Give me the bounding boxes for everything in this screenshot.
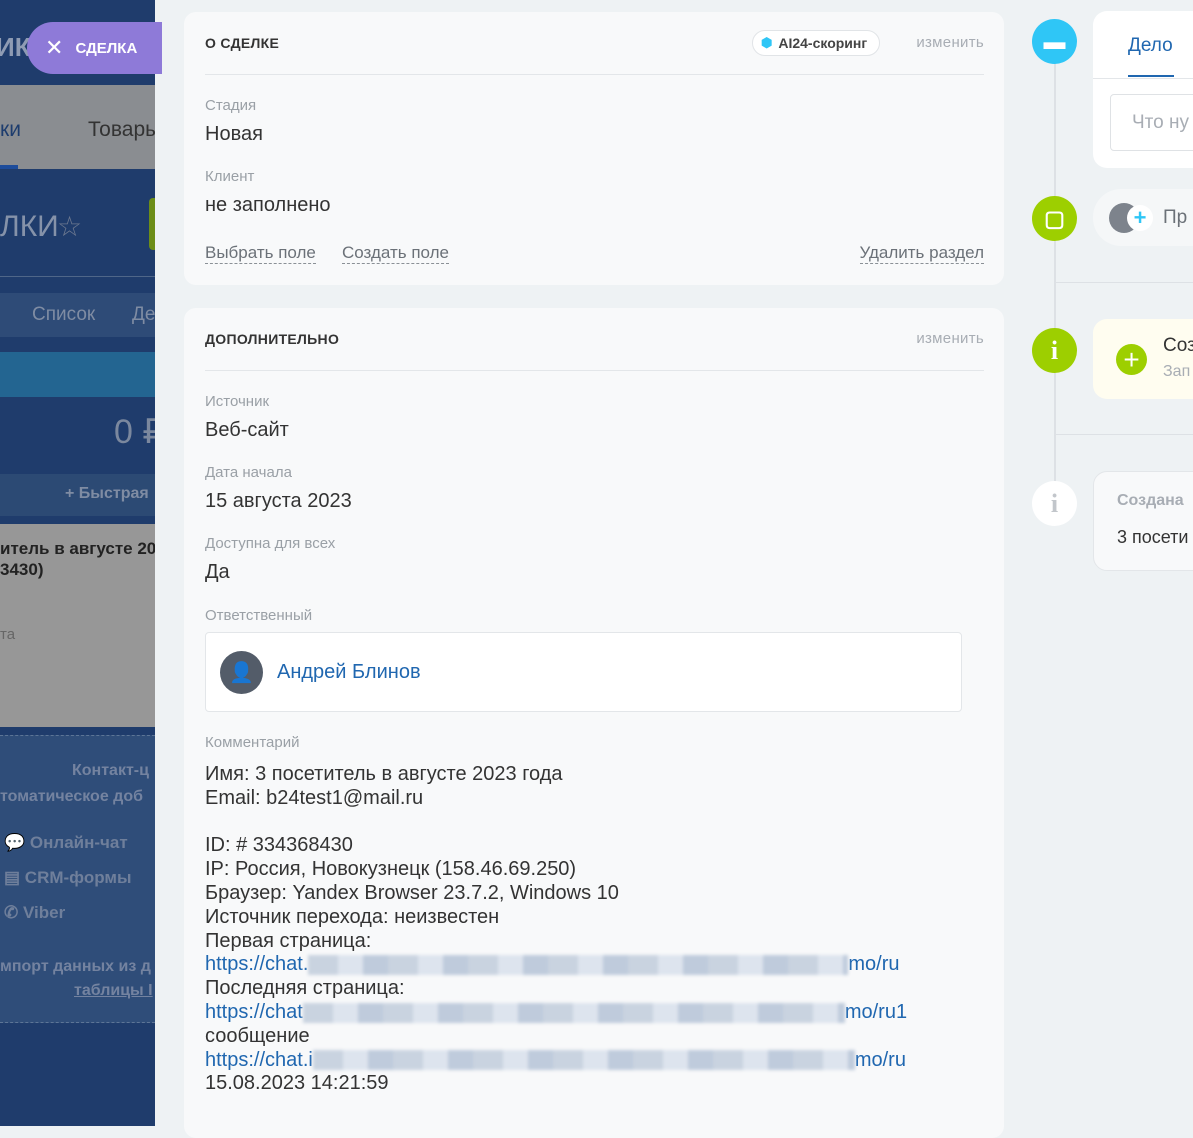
view-list[interactable]: Список bbox=[32, 304, 95, 326]
info-icon-inactive: i bbox=[1032, 481, 1077, 526]
source-value[interactable]: Веб-сайт bbox=[205, 419, 289, 442]
viber-icon: ✆ bbox=[4, 903, 19, 922]
source-label: Источник bbox=[205, 393, 270, 410]
channel-online-chat[interactable]: 💬 Онлайн-чат bbox=[4, 825, 131, 860]
extra-section: ДОПОЛНИТЕЛЬНО изменить Источник Веб-сайт… bbox=[184, 308, 1004, 1138]
import-text: мпорт данных из д bbox=[0, 958, 151, 975]
comment-text: Имя: 3 посетитель в августе 2023 года Ema… bbox=[205, 763, 908, 1095]
responsible-label: Ответственный bbox=[205, 607, 313, 624]
first-page-link[interactable]: https://chat. mo/ru bbox=[205, 953, 900, 975]
deal-sub: та bbox=[0, 626, 16, 643]
channel-crm-forms[interactable]: ▤ CRM-формы bbox=[4, 860, 131, 895]
create-sub: Зап bbox=[1163, 363, 1191, 380]
info-icon: i bbox=[1032, 328, 1077, 373]
ai-scoring-icon: ⬢ bbox=[761, 35, 773, 50]
section-title: ДОПОЛНИТЕЛЬНО bbox=[205, 331, 340, 347]
contact-center: Контакт-ц bbox=[72, 762, 149, 779]
created-event-card: Создана 3 посети bbox=[1093, 471, 1193, 571]
available-value[interactable]: Да bbox=[205, 561, 230, 584]
ai-scoring-button[interactable]: ⬢ AI24-скоринг bbox=[752, 30, 881, 56]
tab-deals[interactable]: ки bbox=[0, 118, 21, 142]
close-slider-button[interactable]: ✕ СДЕЛКА bbox=[27, 22, 162, 74]
created-title: Создана bbox=[1117, 492, 1184, 509]
view-other[interactable]: Де bbox=[132, 304, 155, 326]
comment-label: Комментарий bbox=[205, 734, 300, 751]
start-date-label: Дата начала bbox=[205, 464, 292, 481]
deal-title[interactable]: итель в августе 202 bbox=[0, 539, 155, 559]
close-tab-label: СДЕЛКА bbox=[75, 39, 138, 57]
create-title: Соз bbox=[1163, 335, 1193, 356]
input-placeholder: Что ну bbox=[1132, 112, 1189, 133]
stage-value[interactable]: Новая bbox=[205, 123, 263, 146]
background-crm-page: ИКС ки Товары ЛКИ ☆ Список Де 0 ₽ + Быст… bbox=[0, 0, 155, 1126]
created-text[interactable]: 3 посети bbox=[1117, 527, 1188, 548]
add-icon: + bbox=[1116, 344, 1147, 375]
channel-label: CRM-формы bbox=[24, 868, 132, 887]
quick-add[interactable]: Быстрая bbox=[79, 485, 149, 502]
edit-extra-link[interactable]: изменить bbox=[916, 330, 984, 347]
close-icon: ✕ bbox=[45, 35, 64, 60]
create-field-link[interactable]: Создать поле bbox=[342, 243, 449, 264]
edit-about-link[interactable]: изменить bbox=[916, 34, 984, 51]
channels-list: 💬 Онлайн-чат ▤ CRM-формы ✆ Viber bbox=[4, 825, 131, 930]
start-date-value[interactable]: 15 августа 2023 bbox=[205, 490, 352, 513]
deal-id: 3430) bbox=[0, 560, 44, 579]
responsible-box[interactable]: 👤 Андрей Блинов bbox=[205, 632, 962, 712]
channel-label: Онлайн-чат bbox=[29, 833, 128, 852]
client-value[interactable]: не заполнено bbox=[205, 194, 331, 217]
comment-icon: ▬ bbox=[1032, 19, 1077, 64]
responsible-name[interactable]: Андрей Блинов bbox=[277, 661, 421, 684]
sum: 0 ₽ bbox=[114, 413, 155, 451]
chat-bubble-icon: ▢ bbox=[1032, 196, 1077, 241]
section-title: О СДЕЛКЕ bbox=[205, 35, 280, 51]
plus-icon: + bbox=[1127, 204, 1153, 231]
message-link[interactable]: https://chat.i mo/ru bbox=[205, 1049, 906, 1071]
client-label: Клиент bbox=[205, 168, 255, 185]
auto-add: томатическое доб bbox=[0, 788, 143, 805]
create-activity-card[interactable]: + Соз Зап bbox=[1093, 319, 1193, 399]
about-section: О СДЕЛКЕ ⬢ AI24-скоринг изменить Стадия Н… bbox=[184, 12, 1004, 285]
channel-label: Viber bbox=[22, 903, 66, 922]
delete-section-link[interactable]: Удалить раздел bbox=[859, 243, 984, 264]
chat-icon: 💬 bbox=[4, 833, 26, 852]
avatar: 👤 bbox=[220, 650, 263, 694]
tab-case[interactable]: Дело bbox=[1128, 35, 1173, 57]
add-participant[interactable]: + Пр bbox=[1093, 189, 1193, 246]
available-label: Доступна для всех bbox=[205, 535, 336, 552]
form-icon: ▤ bbox=[4, 868, 21, 887]
last-page-link[interactable]: https://chat mo/ru1 bbox=[205, 1001, 907, 1023]
page-title: ЛКИ bbox=[0, 210, 59, 243]
stage-label: Стадия bbox=[205, 97, 257, 114]
add-participant-label: Пр bbox=[1163, 206, 1188, 228]
ai-scoring-label: AI24-скоринг bbox=[778, 35, 868, 51]
tab-products[interactable]: Товары bbox=[88, 118, 155, 142]
star-icon[interactable]: ☆ bbox=[57, 210, 82, 243]
select-field-link[interactable]: Выбрать поле bbox=[205, 243, 316, 264]
import-link[interactable]: таблицы I bbox=[74, 982, 153, 1000]
channel-viber[interactable]: ✆ Viber bbox=[4, 895, 131, 930]
activity-editor: Дело Что ну bbox=[1093, 11, 1193, 168]
activity-input[interactable]: Что ну bbox=[1110, 94, 1193, 151]
